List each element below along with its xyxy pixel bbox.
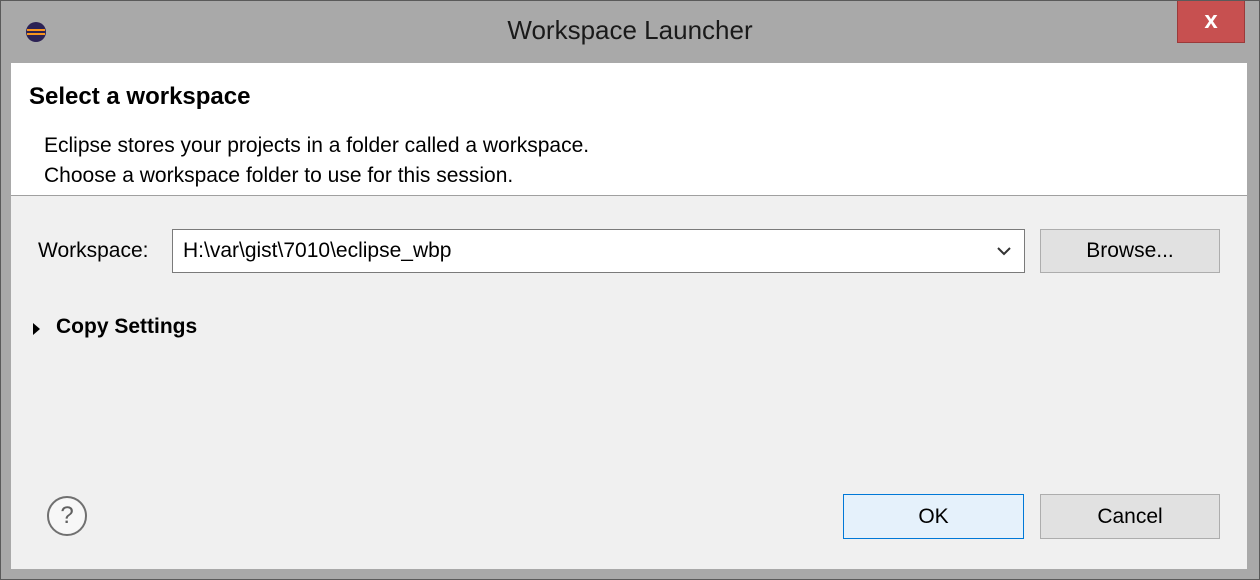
- workspace-combo[interactable]: [172, 229, 1025, 273]
- dialog-header: Select a workspace Eclipse stores your p…: [11, 63, 1247, 196]
- workspace-input[interactable]: [183, 236, 983, 266]
- copy-settings-label[interactable]: Copy Settings: [56, 315, 197, 339]
- header-description-line2: Choose a workspace folder to use for thi…: [44, 164, 514, 187]
- title-bar[interactable]: Workspace Launcher x: [1, 1, 1259, 63]
- header-title: Select a workspace: [29, 83, 251, 110]
- expand-arrow-icon[interactable]: [33, 323, 40, 335]
- header-description-line1: Eclipse stores your projects in a folder…: [44, 134, 590, 157]
- close-button[interactable]: x: [1177, 1, 1245, 43]
- browse-button[interactable]: Browse...: [1040, 229, 1220, 273]
- ok-button[interactable]: OK: [843, 494, 1024, 539]
- dialog-client-area: Select a workspace Eclipse stores your p…: [11, 63, 1247, 569]
- workspace-launcher-window: Workspace Launcher x Select a workspace …: [0, 0, 1260, 580]
- window-title: Workspace Launcher: [507, 15, 753, 45]
- help-icon[interactable]: ?: [47, 496, 87, 536]
- workspace-label: Workspace:: [38, 239, 149, 262]
- header-description: Eclipse stores your projects in a folder…: [44, 131, 589, 191]
- chevron-down-icon[interactable]: [992, 238, 1016, 264]
- cancel-button[interactable]: Cancel: [1040, 494, 1220, 539]
